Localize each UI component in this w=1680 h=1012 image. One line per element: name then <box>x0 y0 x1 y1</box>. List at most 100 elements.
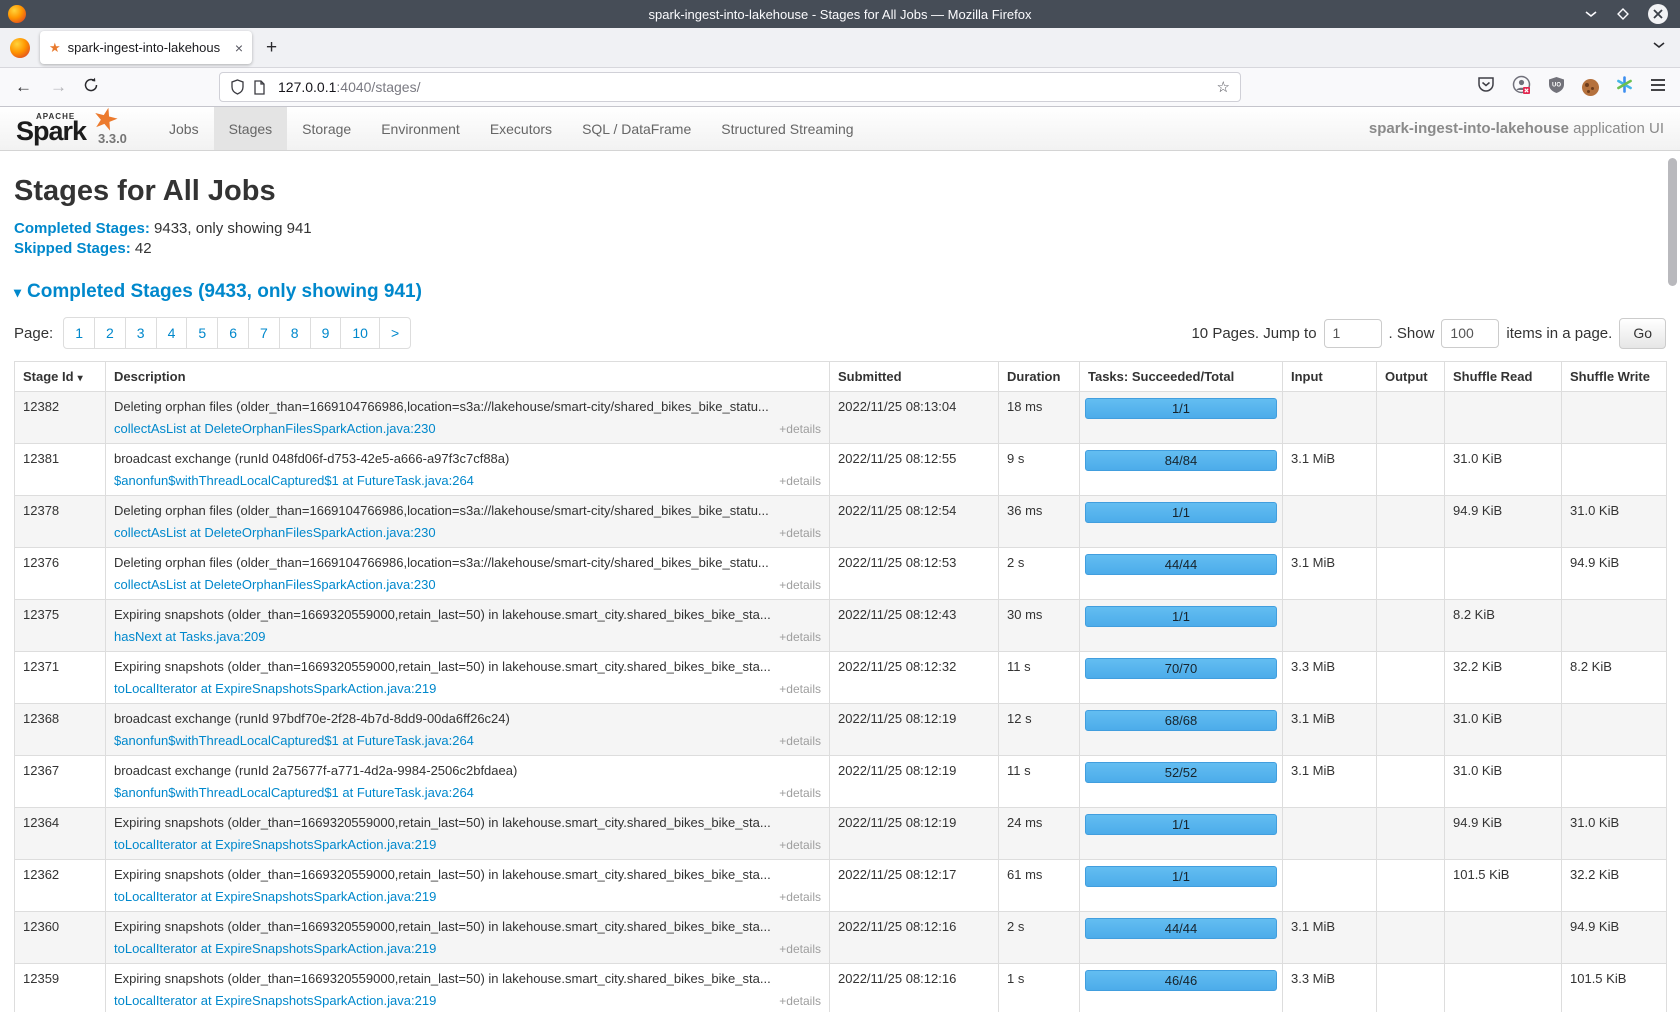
details-toggle[interactable]: +details <box>779 994 821 1008</box>
submitted-time: 2022/11/25 08:12:54 <box>838 503 956 518</box>
stage-detail-link[interactable]: hasNext at Tasks.java:209 <box>114 629 266 644</box>
shield-permissions-icon[interactable] <box>230 79 245 95</box>
account-extension-icon[interactable] <box>1512 75 1531 99</box>
details-toggle[interactable]: +details <box>779 630 821 644</box>
column-header-shuffle-read[interactable]: Shuffle Read <box>1445 362 1562 392</box>
asterisk-extension-icon[interactable] <box>1616 76 1633 98</box>
page-number-link[interactable]: 8 <box>280 318 311 348</box>
column-header-duration[interactable]: Duration <box>999 362 1080 392</box>
stage-detail-link[interactable]: $anonfun$withThreadLocalCaptured$1 at Fu… <box>114 473 474 488</box>
submitted-time: 2022/11/25 08:12:16 <box>838 919 956 934</box>
column-header-stage-id[interactable]: Stage Id▾ <box>15 362 106 392</box>
page-number-link[interactable]: > <box>380 318 410 348</box>
stage-detail-link[interactable]: toLocalIterator at ExpireSnapshotsSparkA… <box>114 837 436 852</box>
details-toggle[interactable]: +details <box>779 422 821 436</box>
page-number-link[interactable]: 6 <box>218 318 249 348</box>
window-minimize-icon[interactable] <box>1584 7 1598 21</box>
stage-description: broadcast exchange (runId 048fd06f-d753-… <box>114 451 821 466</box>
shuffle-read-size: 31.0 KiB <box>1453 711 1502 726</box>
column-header-input[interactable]: Input <box>1283 362 1377 392</box>
details-toggle[interactable]: +details <box>779 734 821 748</box>
stage-description: Expiring snapshots (older_than=166932055… <box>114 971 821 986</box>
reload-icon[interactable] <box>83 77 99 98</box>
spark-navbar: ★ APACHE Spark 3.3.0 JobsStagesStorageEn… <box>0 107 1680 151</box>
input-size: 3.3 MiB <box>1291 971 1335 986</box>
details-toggle[interactable]: +details <box>779 890 821 904</box>
stage-detail-link[interactable]: $anonfun$withThreadLocalCaptured$1 at Fu… <box>114 785 474 800</box>
page-number-link[interactable]: 7 <box>249 318 280 348</box>
back-button-icon[interactable]: ← <box>15 77 32 97</box>
details-toggle[interactable]: +details <box>779 578 821 592</box>
tabs-dropdown-icon[interactable] <box>1652 38 1666 57</box>
tasks-count: 1/1 <box>1172 869 1190 884</box>
stage-detail-link[interactable]: $anonfun$withThreadLocalCaptured$1 at Fu… <box>114 733 474 748</box>
completed-stages-section-toggle[interactable]: ▾Completed Stages (9433, only showing 94… <box>14 281 1666 303</box>
window-close-icon[interactable] <box>1648 4 1668 24</box>
column-header-shuffle-write[interactable]: Shuffle Write <box>1562 362 1667 392</box>
table-row: 12368 broadcast exchange (runId 97bdf70e… <box>15 704 1667 756</box>
stage-detail-link[interactable]: toLocalIterator at ExpireSnapshotsSparkA… <box>114 941 436 956</box>
stage-id: 12381 <box>23 451 59 466</box>
stage-description: broadcast exchange (runId 97bdf70e-2f28-… <box>114 711 821 726</box>
items-per-page-input[interactable] <box>1441 319 1499 348</box>
tasks-count: 84/84 <box>1165 453 1198 468</box>
page-number-link[interactable]: 4 <box>157 318 188 348</box>
duration: 1 s <box>1007 971 1024 986</box>
menu-hamburger-icon[interactable] <box>1650 78 1666 97</box>
pagination-row: Page: 12345678910> 10 Pages. Jump to . S… <box>14 317 1666 349</box>
page-number-link[interactable]: 1 <box>64 318 95 348</box>
window-maximize-icon[interactable] <box>1616 7 1630 21</box>
ublock-shield-icon[interactable]: UO <box>1548 76 1565 99</box>
stage-description: Expiring snapshots (older_than=166932055… <box>114 867 821 882</box>
details-toggle[interactable]: +details <box>779 682 821 696</box>
details-toggle[interactable]: +details <box>779 474 821 488</box>
column-header-description[interactable]: Description <box>106 362 830 392</box>
page-scrollbar-thumb[interactable] <box>1668 158 1677 286</box>
details-toggle[interactable]: +details <box>779 838 821 852</box>
forward-button-icon[interactable]: → <box>50 77 67 97</box>
shuffle-write-size: 94.9 KiB <box>1570 919 1619 934</box>
go-button[interactable]: Go <box>1619 318 1666 349</box>
nav-tab-jobs: Jobs <box>154 107 214 150</box>
spark-logo[interactable]: ★ APACHE Spark 3.3.0 <box>14 107 126 150</box>
column-header-tasks-succeeded-total[interactable]: Tasks: Succeeded/Total <box>1080 362 1283 392</box>
page-info-icon[interactable] <box>253 80 266 95</box>
table-row: 12364 Expiring snapshots (older_than=166… <box>15 808 1667 860</box>
stage-detail-link[interactable]: collectAsList at DeleteOrphanFilesSparkA… <box>114 525 436 540</box>
sort-desc-icon: ▾ <box>78 373 83 384</box>
stage-id: 12382 <box>23 399 59 414</box>
page-number-link[interactable]: 9 <box>311 318 342 348</box>
pocket-icon[interactable] <box>1477 76 1495 98</box>
stage-detail-link[interactable]: collectAsList at DeleteOrphanFilesSparkA… <box>114 577 436 592</box>
section-title: Completed Stages (9433, only showing 941… <box>27 281 422 302</box>
page-number-link[interactable]: 3 <box>126 318 157 348</box>
column-header-output[interactable]: Output <box>1377 362 1445 392</box>
submitted-time: 2022/11/25 08:12:19 <box>838 763 956 778</box>
tasks-progress-bar: 52/52 <box>1085 762 1277 783</box>
browser-tab[interactable]: ★ spark-ingest-into-lakehous × <box>40 31 252 64</box>
jump-to-page-input[interactable] <box>1324 319 1382 348</box>
shuffle-write-size: 32.2 KiB <box>1570 867 1619 882</box>
details-toggle[interactable]: +details <box>779 942 821 956</box>
page-number-link[interactable]: 5 <box>187 318 218 348</box>
page-number-link[interactable]: 10 <box>341 318 380 348</box>
details-toggle[interactable]: +details <box>779 526 821 540</box>
tab-close-icon[interactable]: × <box>235 40 243 56</box>
duration: 24 ms <box>1007 815 1042 830</box>
page-number-link[interactable]: 2 <box>95 318 126 348</box>
shuffle-read-size: 32.2 KiB <box>1453 659 1502 674</box>
stage-id: 12378 <box>23 503 59 518</box>
submitted-time: 2022/11/25 08:12:32 <box>838 659 956 674</box>
details-toggle[interactable]: +details <box>779 786 821 800</box>
stage-detail-link[interactable]: collectAsList at DeleteOrphanFilesSparkA… <box>114 421 436 436</box>
bookmark-star-icon[interactable]: ☆ <box>1217 78 1230 96</box>
url-bar[interactable]: 127.0.0.1:4040/stages/ ☆ <box>219 72 1241 102</box>
column-header-submitted[interactable]: Submitted <box>830 362 999 392</box>
stage-detail-link[interactable]: toLocalIterator at ExpireSnapshotsSparkA… <box>114 681 436 696</box>
stage-description: Expiring snapshots (older_than=166932055… <box>114 815 821 830</box>
stage-detail-link[interactable]: toLocalIterator at ExpireSnapshotsSparkA… <box>114 993 436 1008</box>
tasks-progress-bar: 70/70 <box>1085 658 1277 679</box>
cookie-icon[interactable] <box>1582 79 1599 96</box>
new-tab-button[interactable]: + <box>266 38 277 57</box>
stage-detail-link[interactable]: toLocalIterator at ExpireSnapshotsSparkA… <box>114 889 436 904</box>
